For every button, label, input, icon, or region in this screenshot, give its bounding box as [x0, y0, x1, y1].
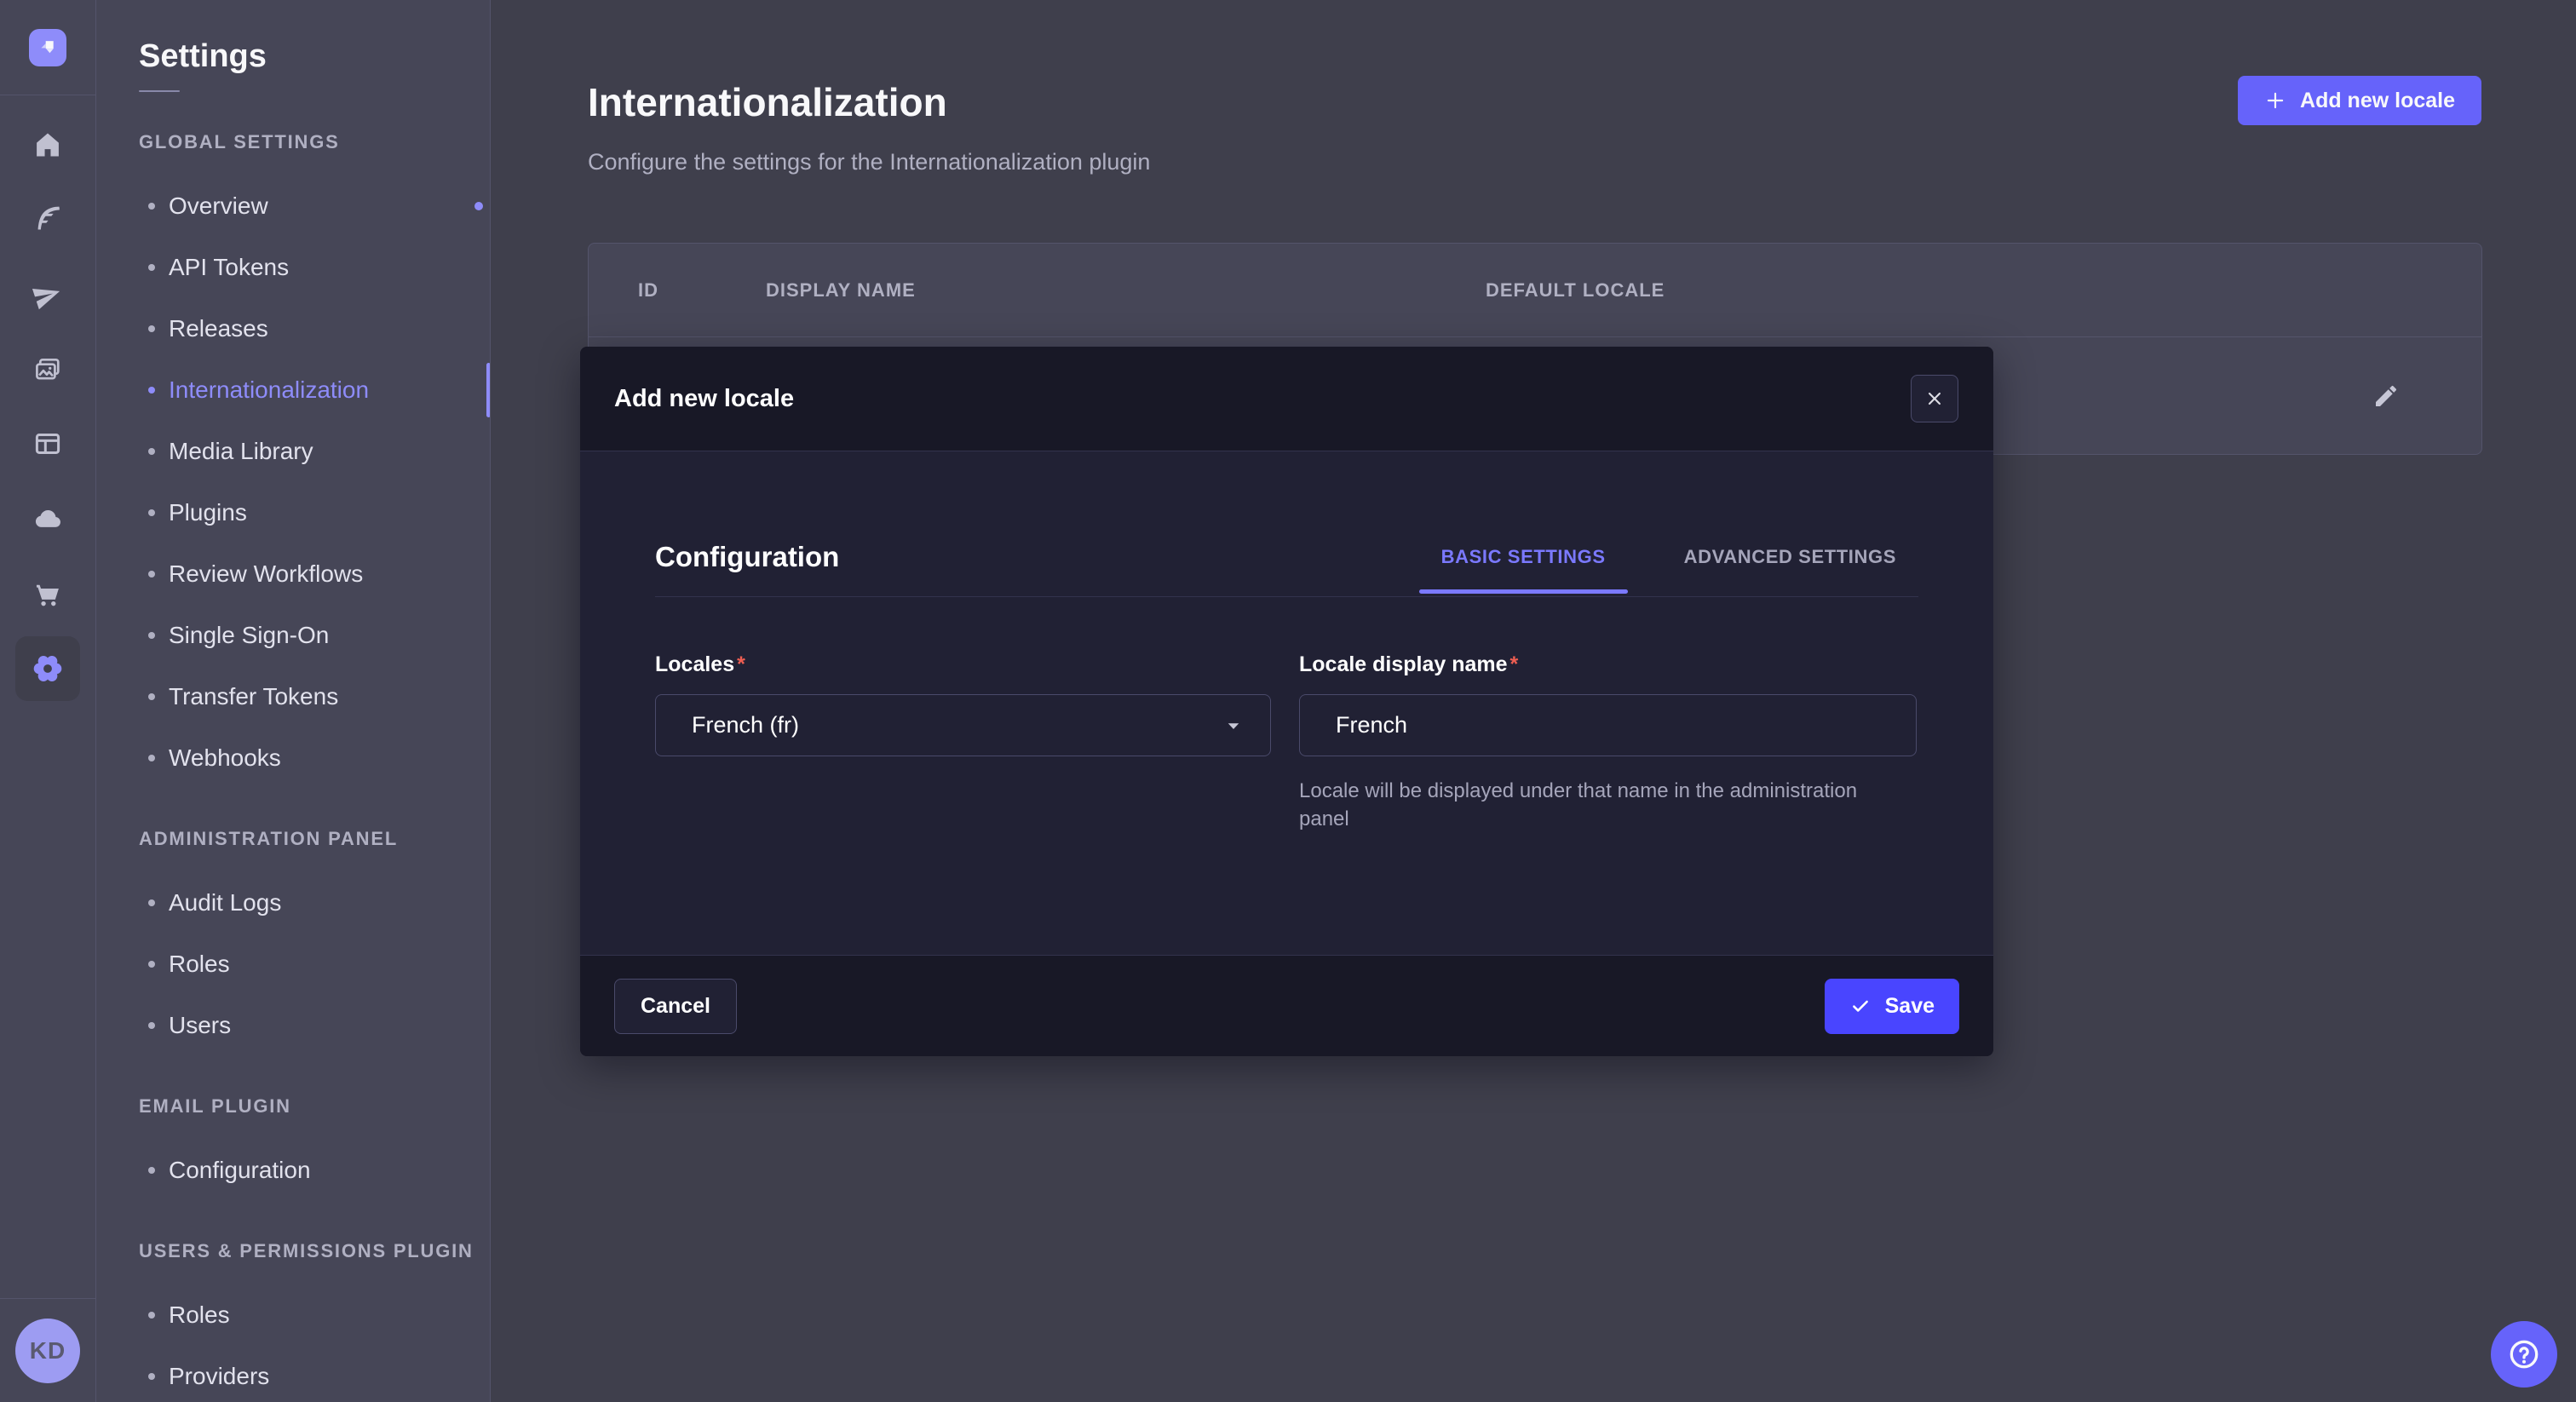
close-icon: [1923, 388, 1946, 410]
required-asterisk: *: [737, 652, 745, 676]
display-name-field: Locale display name* Locale will be disp…: [1299, 652, 1917, 853]
locales-label: Locales*: [655, 652, 1271, 677]
locales-field: Locales* French (fr): [655, 652, 1271, 853]
configuration-section-header: Configuration BASIC SETTINGS ADVANCED SE…: [655, 540, 1918, 597]
locales-select-value: French (fr): [692, 712, 799, 738]
display-name-input[interactable]: [1299, 694, 1917, 756]
modal-tabs: BASIC SETTINGS ADVANCED SETTINGS: [1419, 545, 1918, 569]
close-modal-button[interactable]: [1911, 375, 1958, 422]
display-name-hint: Locale will be displayed under that name…: [1299, 777, 1872, 833]
modal-header: Add new locale: [580, 347, 1993, 451]
modal-title: Add new locale: [614, 385, 794, 413]
tab-advanced-settings[interactable]: ADVANCED SETTINGS: [1662, 545, 1918, 569]
save-label: Save: [1885, 994, 1935, 1019]
chevron-down-icon: [1221, 713, 1246, 738]
cancel-button[interactable]: Cancel: [614, 979, 737, 1034]
locales-select[interactable]: French (fr): [655, 694, 1271, 756]
check-icon: [1849, 995, 1872, 1017]
tab-basic-settings[interactable]: BASIC SETTINGS: [1419, 545, 1628, 569]
save-button[interactable]: Save: [1825, 979, 1959, 1034]
modal-footer: Cancel Save: [580, 955, 1993, 1056]
required-asterisk: *: [1510, 652, 1519, 676]
add-locale-modal: Add new locale Configuration BASIC SETTI…: [580, 347, 1993, 1056]
modal-fields: Locales* French (fr) Locale display name…: [655, 652, 1918, 853]
configuration-title: Configuration: [655, 540, 839, 574]
display-name-label: Locale display name*: [1299, 652, 1917, 677]
